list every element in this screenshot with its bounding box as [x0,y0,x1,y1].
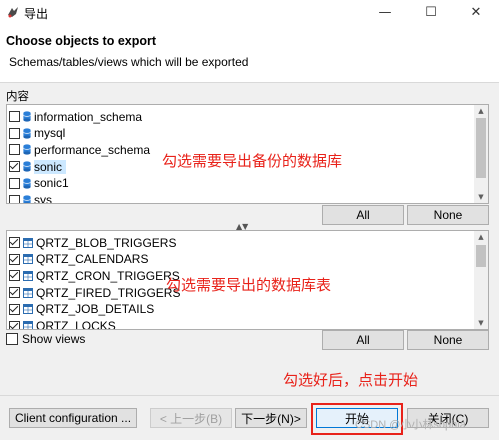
annotation-tables: 勾选需要导出的数据库表 [166,277,332,294]
schemas-none-button[interactable]: None [407,205,489,225]
database-icon [23,161,31,172]
scroll-up-icon[interactable]: ▲ [474,105,488,117]
table-list-item[interactable]: QRTZ_LOCKS [9,318,116,330]
page-title: Choose objects to export [6,34,157,48]
scroll-down-icon[interactable]: ▼ [474,317,488,329]
checkbox[interactable] [9,177,20,189]
next-button[interactable]: 下一步(N)> [235,408,307,428]
table-list-item[interactable]: QRTZ_BLOB_TRIGGERS [9,234,176,251]
annotation-schemas: 勾选需要导出备份的数据库 [162,153,343,170]
schema-list-item[interactable]: information_schema [9,108,142,125]
table-list-item[interactable]: QRTZ_JOB_DETAILS [9,301,154,318]
checkbox[interactable] [9,320,20,329]
checkbox[interactable] [9,127,20,139]
schema-list-item[interactable]: sonic [9,158,67,175]
schema-name: performance_schema [34,142,151,157]
back-button[interactable]: < 上一步(B) [150,408,232,428]
maximize-icon: ☐ [425,4,437,20]
table-icon [23,321,33,329]
checkbox[interactable] [9,111,20,122]
checkbox[interactable] [6,333,18,345]
footer-separator [0,395,499,396]
close-icon: ✕ [470,4,482,20]
checkbox[interactable] [9,144,20,156]
page-subtitle: Schemas/tables/views which will be expor… [9,55,249,69]
watermark: CSDN @小小林sophia [355,419,466,431]
database-icon [23,178,31,189]
tables-all-button[interactable]: All [322,330,404,350]
tables-none-button[interactable]: None [407,330,489,350]
table-list-item[interactable]: QRTZ_FIRED_TRIGGERS [9,284,180,301]
table-list-scrollbar[interactable]: ▲ ▼ [474,231,488,329]
table-name: QRTZ_JOB_DETAILS [36,302,155,317]
minimize-button[interactable]: — [362,0,408,24]
schema-name: sonic [34,159,67,174]
checkbox[interactable] [9,161,20,173]
scrollbar-thumb[interactable] [476,118,486,178]
schema-name: sonic1 [34,176,69,191]
checkbox[interactable] [9,194,20,203]
app-logo-icon [8,7,18,18]
database-icon [23,144,31,155]
table-icon [23,287,33,298]
scroll-down-icon[interactable]: ▼ [474,191,488,203]
schema-name: information_schema [34,109,143,124]
table-icon [23,237,33,248]
schemas-all-button[interactable]: All [322,205,404,225]
minimize-icon: — [378,4,392,20]
table-list-item[interactable]: QRTZ_CRON_TRIGGERS [9,267,180,284]
scroll-up-icon[interactable]: ▲ [474,231,488,243]
table-icon [23,304,33,315]
table-name: QRTZ_CALENDARS [36,252,149,267]
show-views-checkbox[interactable]: Show views [6,332,85,346]
database-icon [23,194,31,203]
client-configuration-button[interactable]: Client configuration ... [9,408,137,428]
table-name: QRTZ_CRON_TRIGGERS [36,268,180,283]
schema-name: mysql [34,126,66,141]
table-list-item[interactable]: QRTZ_CALENDARS [9,251,148,268]
schema-name: sys [34,193,52,204]
content-group-label: 内容 [6,91,29,103]
scrollbar-thumb[interactable] [476,245,486,267]
window-title: 导出 [24,7,49,21]
table-name: QRTZ_LOCKS [36,319,116,330]
checkbox[interactable] [9,270,20,282]
annotation-start: 勾选好后，点击开始 [283,372,419,389]
table-name: QRTZ_FIRED_TRIGGERS [36,285,181,300]
schema-list-item[interactable]: mysql [9,125,65,142]
schema-list-item[interactable]: sys [9,192,52,204]
database-icon [23,111,31,122]
show-views-label: Show views [22,332,86,346]
table-name: QRTZ_BLOB_TRIGGERS [36,235,177,250]
schema-list-scrollbar[interactable]: ▲ ▼ [474,105,488,203]
checkbox[interactable] [9,237,20,248]
checkbox[interactable] [9,303,20,315]
table-icon [23,254,33,265]
schema-list-item[interactable]: sonic1 [9,175,69,192]
checkbox[interactable] [9,253,20,265]
close-window-button[interactable]: ✕ [453,0,499,24]
maximize-button[interactable]: ☐ [408,0,454,24]
schema-list-item[interactable]: performance_schema [9,141,150,158]
database-icon [23,128,31,139]
wizard-header [0,24,499,83]
checkbox[interactable] [9,287,20,299]
table-icon [23,270,33,281]
